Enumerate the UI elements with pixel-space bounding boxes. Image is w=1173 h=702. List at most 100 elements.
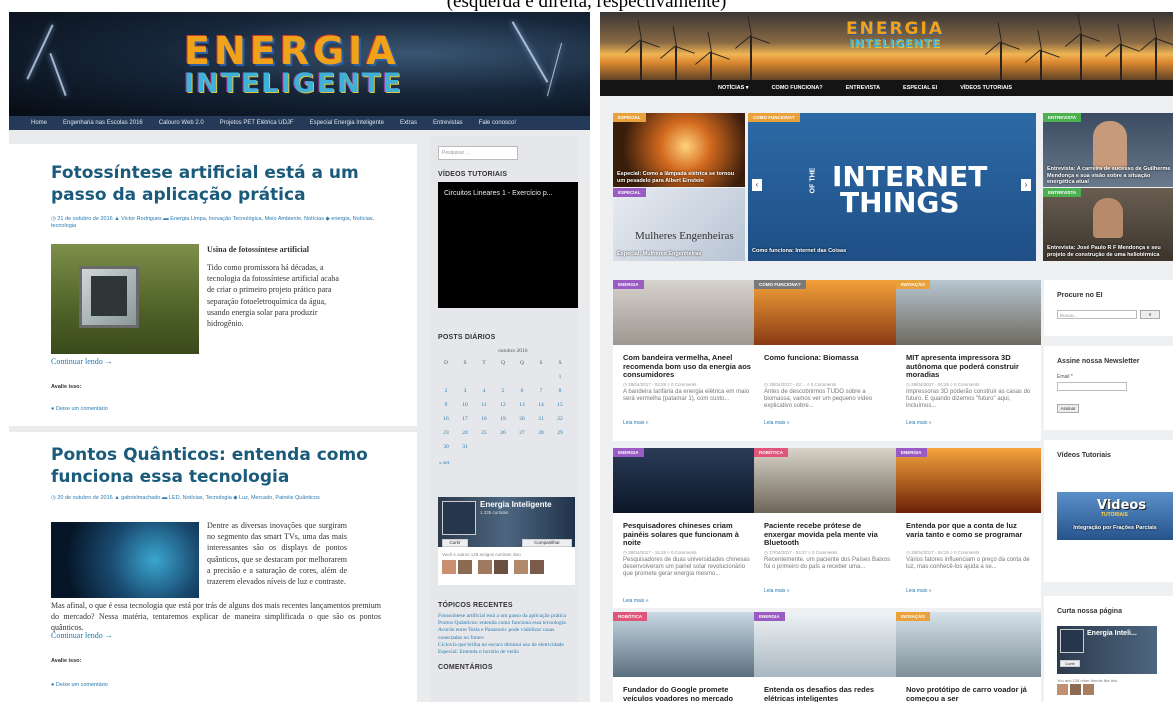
calendar-day[interactable]: 27 [514,430,530,436]
calendar-day[interactable]: 19 [495,416,511,422]
calendar-day[interactable]: 28 [533,430,549,436]
category-tag[interactable]: ENERGIA [613,448,644,457]
post-card[interactable]: ENERGIA Com bandeira vermelha, Aneel reco… [613,280,758,441]
calendar-day[interactable]: 14 [533,402,549,408]
category-tag[interactable]: ENERGIA [896,448,927,457]
post-meta[interactable]: ◷ 21 de outubro de 2016 ▲ Victor Rodrigu… [51,216,391,230]
calendar-day[interactable]: 8 [552,388,568,394]
category-tag[interactable]: ENERGIA [613,280,644,289]
friend-avatar[interactable] [530,560,544,574]
featured-slider-iot[interactable]: COMO FUNCIONA? INTERNET OF THE THINGS ‹ … [748,113,1036,261]
video-thumbnail[interactable]: Videos TUTORIAIS Integração por Frações … [1057,492,1173,540]
nav-noticias[interactable]: NOTÍCIAS ▾ [718,85,749,91]
calendar-day[interactable]: 16 [438,416,454,422]
read-more-link[interactable]: Leia mais » [764,588,790,594]
post-card-image[interactable] [754,448,899,513]
calendar-day[interactable]: 5 [495,388,511,394]
post-card[interactable]: COMO FUNCIONA? Como funciona: Biomassa ◷ 2… [754,280,899,441]
friend-avatar[interactable] [514,560,528,574]
post-card-title[interactable]: Como funciona: Biomassa [764,353,892,363]
post-card-image[interactable] [896,448,1041,513]
fb-like-button[interactable]: Curtir [442,539,468,547]
featured-caption[interactable]: Entrevista: A carreira de sucesso de Gui… [1047,166,1172,186]
continue-reading-link[interactable]: Continuar lendo → [51,357,113,366]
nav-especial[interactable]: Especial Energia Inteligente [310,120,384,126]
post-thumbnail[interactable] [51,522,199,598]
calendar-day[interactable]: 29 [552,430,568,436]
category-tag[interactable]: ESPECIAL [613,113,646,122]
friend-avatar[interactable] [478,560,492,574]
calendar-day[interactable]: 18 [476,416,492,422]
calendar-day[interactable]: 10 [457,402,473,408]
left-site-logo[interactable]: ENERGIA INTELIGENTE [184,32,401,97]
friend-avatar[interactable] [1070,684,1081,695]
email-field[interactable] [1057,382,1127,391]
post-card-title[interactable]: MIT apresenta impressora 3D autônoma que… [906,353,1034,380]
post-card-title[interactable]: Com bandeira vermelha, Aneel recomenda b… [623,353,751,380]
category-tag[interactable]: ESPECIAL [613,188,646,197]
calendar-day[interactable]: 30 [438,444,454,450]
calendar-day[interactable]: 9 [438,402,454,408]
calendar-day[interactable]: 2 [438,388,454,394]
leave-comment-link[interactable]: ● Deixe um comentário [51,682,108,688]
post-card-image[interactable] [613,448,758,513]
calendar-day[interactable]: 1 [552,374,568,380]
nav-home[interactable]: Home [31,120,47,126]
friend-avatar[interactable] [1083,684,1094,695]
leave-comment-link[interactable]: ● Deixe um comentário [51,406,108,412]
recent-topic-link[interactable]: Acordo entre Tesla e Panasonic pode viab… [438,627,578,641]
featured-caption[interactable]: Especial: Como a lâmpada elétrica se tor… [617,171,742,184]
featured-caption[interactable]: Entrevista: José Paulo R F Mendonça e se… [1047,245,1172,258]
right-site-logo[interactable]: ENERGIA INTELIGENTE [835,21,955,50]
read-more-link[interactable]: Leia mais » [623,420,649,426]
calendar-day[interactable]: 13 [514,402,530,408]
post-card[interactable]: ENERGIA Pesquisadores chineses criam pain… [613,448,758,608]
search-input[interactable]: Buscar... [1057,310,1137,319]
calendar-day[interactable]: 20 [514,416,530,422]
search-input[interactable]: Pesquisar … [438,146,518,160]
featured-post-women[interactable]: ESPECIAL Mulheres Engenheiras Especial: … [613,188,745,261]
calendar-day[interactable]: 3 [457,388,473,394]
calendar-day[interactable]: 21 [533,416,549,422]
post-card[interactable]: ROBÓTICA Fundador do Google promete veícu… [613,612,758,702]
friend-avatar[interactable] [458,560,472,574]
calendar-day[interactable]: 26 [495,430,511,436]
search-button[interactable]: Ir [1140,310,1160,319]
featured-post-interview-1[interactable]: ENTREVISTA Entrevista: A carreira de suc… [1043,113,1173,187]
calendar-day[interactable]: 25 [476,430,492,436]
recent-topic-link[interactable]: Ciclovia que brilha no escuro diminui us… [438,642,578,649]
post-card[interactable]: INOVAÇÃO Novo protótipo de carro voador j… [896,612,1041,702]
post-card[interactable]: INOVAÇÃO MIT apresenta impressora 3D autô… [896,280,1041,441]
nav-engenharia-escolas[interactable]: Engenharia nas Escolas 2016 [63,120,143,126]
post-card-image[interactable] [613,280,758,345]
nav-extras[interactable]: Extras [400,120,417,126]
slider-next-arrow-icon[interactable]: › [1021,179,1031,191]
post-title[interactable]: Pontos Quânticos: entenda como funciona … [51,444,381,488]
post-card[interactable]: ENERGIA Entenda por que a conta de luz va… [896,448,1041,608]
read-more-link[interactable]: Leia mais » [764,420,790,426]
post-card-image[interactable] [754,612,899,677]
post-meta[interactable]: ◷ 20 de outubro de 2016 ▲ gabrielmachado… [51,495,391,502]
nav-entrevista[interactable]: ENTREVISTA [846,85,880,91]
calendar-day[interactable]: 15 [552,402,568,408]
nav-projetos-pet[interactable]: Projetos PET Elétrica UDJF [220,120,294,126]
friend-avatar[interactable] [442,560,456,574]
featured-caption[interactable]: Como funciona: Internet das Coisas [752,248,846,255]
recent-topic-link[interactable]: Pontos Quânticos: entenda como funciona … [438,620,578,627]
post-card-image[interactable] [896,612,1041,677]
category-tag[interactable]: ENTREVISTA [1043,188,1082,197]
continue-reading-link[interactable]: Continuar lendo → [51,631,113,640]
nav-fale-conosco[interactable]: Fale conosco! [479,120,516,126]
video-player[interactable]: Circuitos Lineares 1 - Exercício p... [438,182,578,308]
featured-post-lamp[interactable]: ESPECIAL Especial: Como a lâmpada elétri… [613,113,745,187]
post-title[interactable]: Fotossíntese artificial está a um passo … [51,162,381,206]
post-card-image[interactable] [754,280,899,345]
category-tag[interactable]: COMO FUNCIONA? [754,280,806,289]
post-card-image[interactable] [896,280,1041,345]
category-tag[interactable]: ROBÓTICA [613,612,647,621]
nav-calouro-web[interactable]: Calouro Web 2.0 [159,120,204,126]
post-thumbnail[interactable] [51,244,199,354]
post-card-title[interactable]: Paciente recebe prótese de enxergar movi… [764,521,892,548]
fb-like-button[interactable]: Curtir [1060,660,1080,667]
subscribe-button[interactable]: Assinar [1057,404,1079,413]
